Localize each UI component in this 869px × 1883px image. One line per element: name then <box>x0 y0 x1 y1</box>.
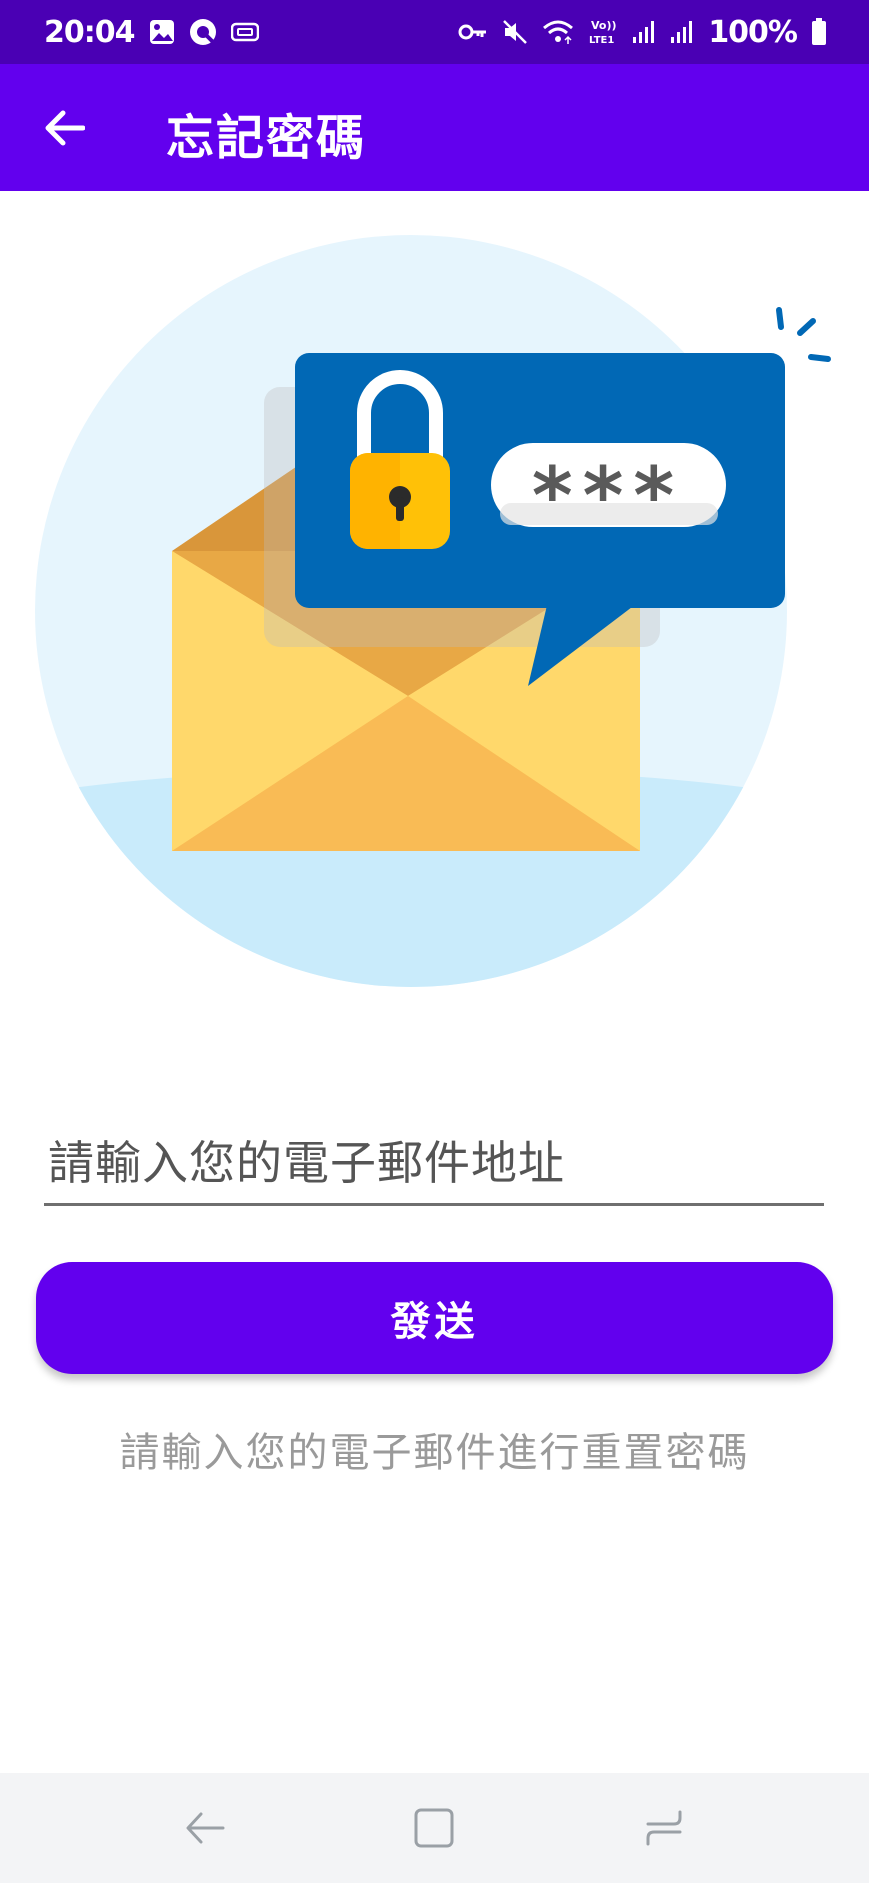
nav-back-button[interactable] <box>165 1788 245 1868</box>
system-nav-bar <box>0 1773 869 1883</box>
app-bar: 忘記密碼 <box>0 64 869 191</box>
key-icon <box>458 22 488 42</box>
nav-recents-button[interactable] <box>624 1788 704 1868</box>
gallery-icon <box>149 19 175 45</box>
sparkle-icon <box>776 307 831 362</box>
password-mask: *** <box>532 452 684 542</box>
nav-recents-icon <box>646 1810 682 1846</box>
email-field[interactable] <box>44 1128 824 1206</box>
signal-icon-2 <box>670 20 694 44</box>
signal-icon <box>632 20 656 44</box>
svg-text:Vo)): Vo)) <box>591 19 617 32</box>
battery-icon <box>811 18 827 46</box>
battery-percent: 100% <box>708 14 798 50</box>
forgot-password-illustration: *** <box>0 191 869 1021</box>
q-app-icon <box>189 18 217 46</box>
status-bar: 20:04 Vo)) LTE1 100% <box>0 0 869 64</box>
reset-hint-text: 請輸入您的電子郵件進行重置密碼 <box>119 1430 750 1476</box>
page-title: 忘記密碼 <box>166 110 367 166</box>
nav-back-icon <box>186 1812 225 1844</box>
nav-home-icon <box>414 1808 454 1848</box>
status-right: Vo)) LTE1 100% <box>458 15 827 50</box>
svg-text:LTE1: LTE1 <box>589 35 614 46</box>
send-button[interactable]: 發送 <box>36 1262 833 1374</box>
nav-home-button[interactable] <box>394 1788 474 1868</box>
wifi-icon <box>542 19 574 45</box>
back-button[interactable] <box>38 102 90 154</box>
cast-icon <box>230 21 259 43</box>
mute-icon <box>502 19 528 45</box>
volte-icon: Vo)) LTE1 <box>588 17 618 47</box>
status-time: 20:04 <box>44 14 135 50</box>
arrow-back-icon <box>45 110 85 146</box>
status-left: 20:04 <box>44 15 259 50</box>
